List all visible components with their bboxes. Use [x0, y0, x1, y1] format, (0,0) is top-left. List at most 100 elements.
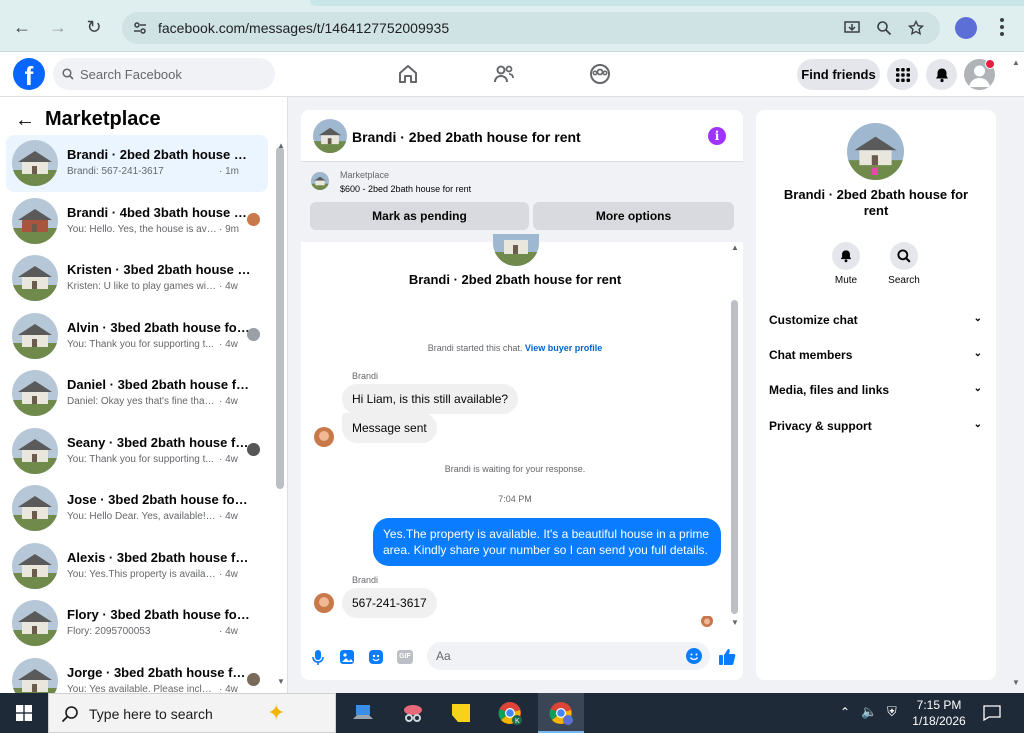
message-composer: GIF Aa: [301, 636, 743, 680]
taskbar-search-input[interactable]: Type here to search ✦: [48, 693, 336, 733]
sender-name: Brandi: [352, 371, 379, 381]
conversation-item[interactable]: Seany · 3bed 2bath house for... You: Than…: [6, 423, 268, 480]
chat-title[interactable]: Brandi · 2bed 2bath house for rent: [352, 129, 581, 145]
search-icon: [62, 68, 74, 80]
home-icon[interactable]: [396, 62, 420, 86]
scroll-down-icon[interactable]: ▼: [277, 677, 285, 686]
message-bubble-incoming[interactable]: Hi Liam, is this still available?: [342, 384, 519, 414]
photo-icon[interactable]: [338, 648, 356, 666]
bell-icon: [840, 250, 852, 263]
menu-grid-icon[interactable]: [887, 59, 918, 90]
laptop-app-icon[interactable]: [347, 697, 379, 729]
bookmark-star-icon[interactable]: [906, 18, 926, 38]
conversation-item[interactable]: Brandi · 4bed 3bath house fo... You: Hell…: [6, 193, 268, 250]
conversation-item[interactable]: Brandi · 2bed 2bath house for r... Brandi…: [6, 135, 268, 192]
conversation-snippet: Brandi: 567-241-3617: [67, 166, 164, 177]
gif-icon[interactable]: GIF: [397, 650, 413, 664]
conversation-time: · 4w: [219, 568, 238, 580]
privacy-support-section[interactable]: Privacy & support ⌄: [769, 419, 985, 433]
conversation-snippet: You: Yes available. Please includ...: [67, 683, 217, 694]
notification-center-icon[interactable]: [983, 705, 1001, 721]
zoom-icon[interactable]: [874, 18, 894, 38]
listing-thumbnail[interactable]: [313, 119, 347, 153]
browser-profile-icon[interactable]: [955, 17, 977, 39]
scroll-up-icon[interactable]: ▲: [1012, 58, 1020, 67]
marketplace-label: Marketplace: [340, 170, 390, 180]
mark-as-pending-button[interactable]: Mark as pending: [310, 202, 529, 230]
url-text[interactable]: facebook.com/messages/t/1464127752009935: [158, 20, 449, 36]
chat-members-section[interactable]: Chat members ⌄: [769, 348, 985, 362]
sticker-icon[interactable]: [367, 648, 385, 666]
scroll-up-icon[interactable]: ▲: [277, 141, 285, 150]
conversation-thumbnail: [12, 255, 58, 301]
chrome-profile-k-icon[interactable]: K: [494, 697, 526, 729]
sender-avatar[interactable]: [314, 427, 334, 447]
back-arrow-icon[interactable]: ←: [15, 109, 35, 132]
conversation-item[interactable]: Alvin · 3bed 2bath house for ... You: Tha…: [6, 308, 268, 365]
facebook-search-input[interactable]: Search Facebook: [53, 58, 275, 90]
conversation-item[interactable]: Flory · 3bed 2bath house for rent. Flory:…: [6, 595, 268, 652]
security-shield-icon[interactable]: ⛨: [887, 704, 897, 720]
browser-menu-icon[interactable]: [996, 16, 1008, 38]
groups-icon[interactable]: [588, 62, 612, 86]
thumbs-up-icon[interactable]: [717, 647, 737, 667]
scroll-up-icon[interactable]: ▲: [731, 243, 739, 252]
view-buyer-profile-link[interactable]: View buyer profile: [525, 343, 602, 353]
conversation-item[interactable]: Jose · 3bed 2bath house for rent. You: He…: [6, 480, 268, 537]
chrome-profile-active-icon[interactable]: [545, 697, 577, 729]
notifications-bell-icon[interactable]: [926, 59, 957, 90]
message-input-placeholder: Aa: [436, 649, 451, 663]
listing-price-title[interactable]: $600 - 2bed 2bath house for rent: [340, 184, 471, 194]
taskbar-date[interactable]: 1/18/2026: [908, 714, 970, 728]
snipping-tool-icon[interactable]: [397, 697, 429, 729]
taskbar-time[interactable]: 7:15 PM: [912, 698, 966, 712]
address-bar[interactable]: facebook.com/messages/t/1464127752009935: [122, 12, 940, 44]
conversation-item[interactable]: Kristen · 3bed 2bath house for r... Krist…: [6, 250, 268, 307]
search-conversation-button[interactable]: [890, 242, 918, 270]
sender-avatar[interactable]: [314, 593, 334, 613]
info-icon[interactable]: i: [708, 127, 726, 145]
conversation-title: Kristen · 3bed 2bath house for r...: [67, 262, 251, 277]
conversation-thumbnail: [12, 600, 58, 646]
conversation-item[interactable]: Alexis · 3bed 2bath house for re... You: …: [6, 538, 268, 595]
conversation-thumbnail: [12, 370, 58, 416]
install-app-icon[interactable]: [842, 18, 862, 38]
message-bubble-outgoing[interactable]: Yes.The property is available. It's a be…: [373, 518, 721, 566]
conversation-item[interactable]: Jorge · 3bed 2bath house for ... You: Yes…: [6, 653, 268, 694]
listing-profile-photo[interactable]: [847, 123, 904, 180]
more-options-button[interactable]: More options: [533, 202, 734, 230]
sticky-notes-icon[interactable]: [445, 697, 477, 729]
mute-button[interactable]: [832, 242, 860, 270]
message-input[interactable]: Aa: [427, 642, 710, 670]
forward-arrow-icon[interactable]: →: [47, 16, 69, 38]
tray-chevron-icon[interactable]: ⌃: [840, 705, 850, 719]
media-files-links-section[interactable]: Media, files and links ⌄: [769, 383, 985, 397]
scroll-down-icon[interactable]: ▼: [731, 618, 739, 627]
site-info-icon[interactable]: [132, 20, 148, 36]
reload-icon[interactable]: ↻: [83, 16, 105, 38]
customize-chat-section[interactable]: Customize chat ⌄: [769, 313, 985, 327]
microphone-icon[interactable]: [309, 648, 327, 666]
windows-start-icon[interactable]: [16, 705, 32, 721]
message-bubble-incoming[interactable]: 567-241-3617: [342, 588, 437, 618]
search-highlight-icon[interactable]: ✦: [267, 700, 285, 726]
chevron-down-icon: ⌄: [973, 383, 982, 394]
conversation-time: · 9m: [219, 223, 239, 235]
scroll-down-icon[interactable]: ▼: [1012, 678, 1020, 687]
search-label: Search: [888, 275, 920, 286]
marketplace-listing-bar: Marketplace $600 - 2bed 2bath house for …: [301, 162, 743, 242]
facebook-logo-icon[interactable]: f: [13, 58, 45, 90]
conversation-snippet: Kristen: U like to play games with ...: [67, 281, 217, 292]
find-friends-button[interactable]: Find friends: [797, 59, 880, 90]
message-bubble-incoming[interactable]: Message sent: [342, 413, 437, 443]
back-arrow-icon[interactable]: ←: [11, 16, 33, 38]
emoji-icon[interactable]: [685, 647, 703, 665]
friends-icon[interactable]: [492, 62, 516, 86]
conversation-title: Flory · 3bed 2bath house for rent.: [67, 607, 251, 622]
conversation-item[interactable]: Daniel · 3bed 2bath house for r... Daniel…: [6, 365, 268, 422]
listing-thumbnail[interactable]: [311, 172, 329, 190]
volume-icon[interactable]: 🔈: [861, 704, 877, 720]
scrollbar[interactable]: [731, 300, 738, 614]
section-label: Media, files and links: [769, 383, 890, 397]
scrollbar[interactable]: [276, 147, 284, 489]
